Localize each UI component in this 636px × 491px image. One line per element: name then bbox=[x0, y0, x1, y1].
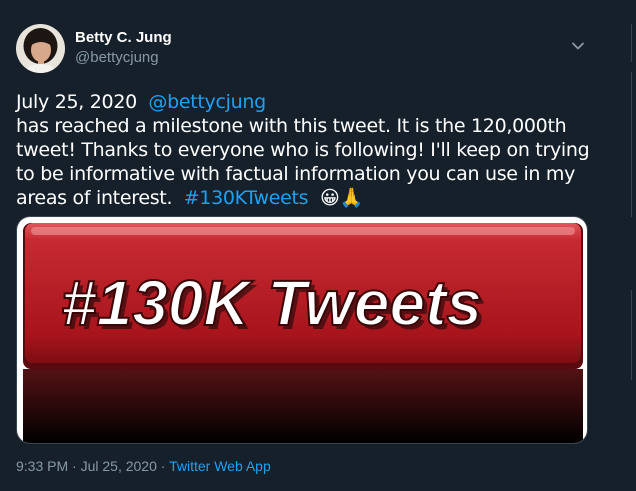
adjacent-panel-edge bbox=[631, 0, 636, 491]
avatar-image bbox=[16, 24, 65, 73]
hashtag-banner-image: #130K Tweets #130K Tweets bbox=[17, 217, 587, 443]
tweet: Betty C. Jung @bettycjung July 25, 2020 … bbox=[0, 0, 636, 491]
tweet-date: July 25, 2020 bbox=[16, 91, 137, 113]
chevron-down-icon[interactable] bbox=[568, 36, 588, 56]
banner-text: #130K Tweets bbox=[61, 267, 482, 339]
footer-separator: · bbox=[156, 458, 170, 474]
avatar[interactable] bbox=[16, 24, 65, 73]
tweet-timestamp-row: 9:33 PM · Jul 25, 2020 · Twitter Web App bbox=[16, 458, 271, 474]
tweet-text: July 25, 2020 @bettycjung has reached a … bbox=[16, 90, 606, 210]
hashtag-link[interactable]: #130KTweets bbox=[184, 187, 309, 209]
tweet-source-link[interactable]: Twitter Web App bbox=[169, 458, 271, 474]
tweet-time[interactable]: 9:33 PM · Jul 25, 2020 bbox=[16, 458, 157, 474]
author-display-name[interactable]: Betty C. Jung bbox=[75, 29, 172, 46]
author-handle[interactable]: @bettycjung bbox=[75, 49, 159, 66]
mention-link[interactable]: @bettycjung bbox=[148, 91, 266, 113]
media-image[interactable]: #130K Tweets #130K Tweets bbox=[16, 216, 588, 444]
emoji-smile-pray: 😀🙏 bbox=[320, 187, 363, 209]
